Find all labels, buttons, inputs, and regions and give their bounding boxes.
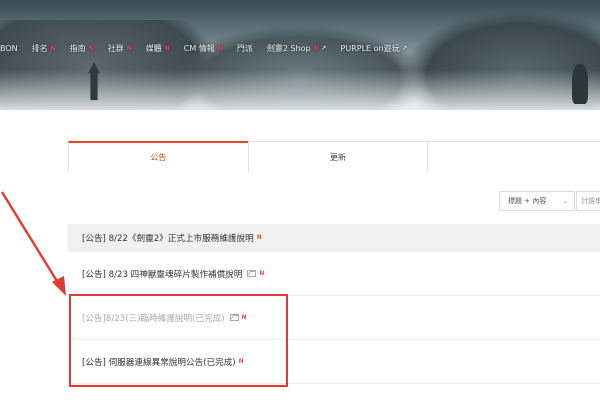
chevron-down-icon: ⌄ [562,197,568,205]
nav-item-label: BON [0,43,18,53]
nav-item-label: CM 情報 [183,43,215,53]
nav-item-purple[interactable]: PURPLE on遊玩 ↗ [341,43,408,54]
mist-overlay [0,70,600,110]
search-input[interactable]: 討論串 [576,191,600,211]
nav-item-label: 媒體 [145,43,162,53]
search-placeholder: 討論串 [581,197,600,205]
character-illustration [572,64,588,104]
nav-item-bon[interactable]: BON [0,44,18,53]
new-badge: N [164,44,170,52]
new-badge: N [313,44,319,52]
search-type-value: 標題 + 內容 [508,197,547,205]
new-badge: N [88,44,94,52]
nav-item-label: 指南 [69,43,86,53]
nav-item-label: 門派 [236,43,253,53]
new-badge: N [217,44,223,52]
nav-item-label: 社群 [107,43,124,53]
nav-item-label: 劍靈2 Shop [266,43,311,53]
tab-third[interactable] [427,142,600,172]
list-item[interactable]: [公告] 8/23 四神獸靈魂碎片製作補償說明 N [68,252,600,296]
nav-item-clan[interactable]: 門派 [237,43,253,54]
hero-banner: BON 排名 N 指南 N 社群 N 媒體 N CM 情報 N 門派 劍靈2 Shop N ↗… [0,0,600,110]
nav-item-guide[interactable]: 指南 N [70,43,94,54]
search-type-select[interactable]: 標題 + 內容 ⌄ [499,191,575,211]
nav-item-ranking[interactable]: 排名 N [32,43,56,54]
tab-update[interactable]: 更新 [247,142,428,172]
annotation-highlight-box [69,294,288,387]
board-tabs: 公告 更新 [68,141,600,172]
nav-item-community[interactable]: 社群 N [108,43,132,54]
new-badge: N [126,44,132,52]
external-link-icon: ↗ [320,44,327,52]
annotation-arrow-icon [0,191,66,296]
tab-notice[interactable]: 公告 [68,141,248,172]
new-badge: N [256,234,262,241]
new-badge: N [50,44,56,52]
new-badge: N [259,270,265,277]
main-nav: BON 排名 N 指南 N 社群 N 媒體 N CM 情報 N 門派 劍靈2 Shop N ↗… [0,36,600,60]
nav-item-shop[interactable]: 劍靈2 Shop N ↗ [267,43,327,54]
list-item[interactable]: [公告] 8/22《劍靈2》正式上市服務維護說明 N [68,224,600,252]
nav-item-cm-news[interactable]: CM 情報 N [184,43,223,54]
nav-item-label: 排名 [31,43,48,53]
image-icon [247,270,257,277]
nav-item-media[interactable]: 媒體 N [146,43,170,54]
external-link-icon: ↗ [401,44,408,52]
post-title[interactable]: [公告] 8/22《劍靈2》正式上市服務維護說明 [82,232,254,244]
nav-item-label: PURPLE on遊玩 [340,43,400,53]
post-title[interactable]: [公告] 8/23 四神獸靈魂碎片製作補償說明 [82,268,242,280]
